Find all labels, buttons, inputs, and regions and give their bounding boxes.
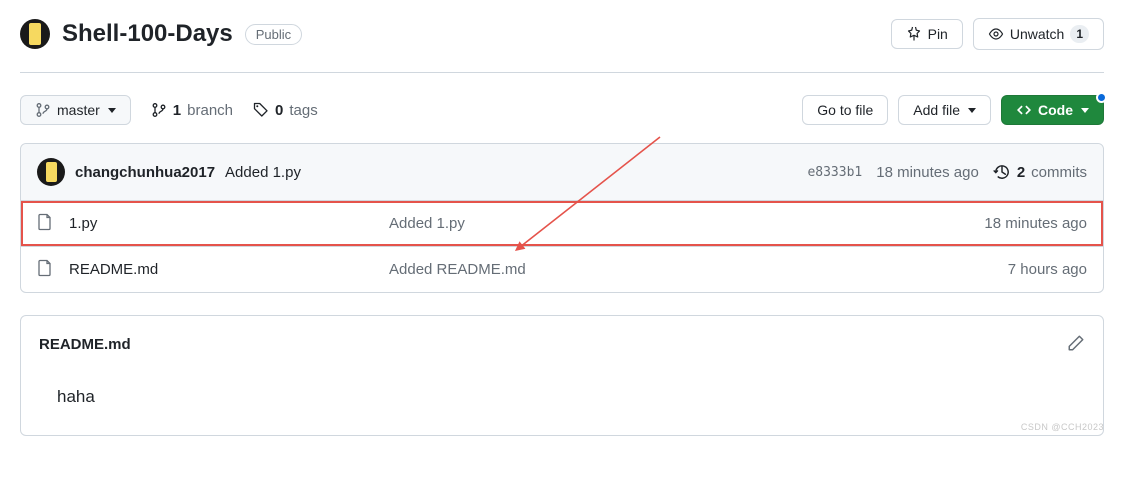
edit-readme-button[interactable] <box>1067 334 1085 355</box>
commit-time: 18 minutes ago <box>876 164 979 181</box>
action-bar: master 1 branch 0 tags Go to file Add fi… <box>20 73 1104 139</box>
tag-icon <box>253 102 269 118</box>
file-time: 18 minutes ago <box>984 215 1087 232</box>
code-button[interactable]: Code <box>1001 95 1104 125</box>
caret-down-icon <box>1081 108 1089 113</box>
eye-icon <box>988 26 1004 42</box>
commit-author[interactable]: changchunhua2017 <box>75 164 215 181</box>
notification-dot <box>1096 92 1107 103</box>
watermark: CSDN @CCH2023 <box>1021 422 1104 432</box>
pin-button[interactable]: Pin <box>891 19 963 49</box>
unwatch-label: Unwatch <box>1010 26 1064 42</box>
pin-label: Pin <box>928 26 948 42</box>
code-icon <box>1016 102 1032 118</box>
commits-link[interactable]: 2 commits <box>993 163 1087 181</box>
watch-count: 1 <box>1070 25 1089 43</box>
file-time: 7 hours ago <box>1008 261 1087 278</box>
branch-count: 1 <box>173 102 181 119</box>
repo-header: Shell-100-Days Public Pin Unwatch 1 <box>20 0 1104 73</box>
repo-name[interactable]: Shell-100-Days <box>62 20 233 48</box>
go-to-file-label: Go to file <box>817 102 873 118</box>
pin-icon <box>906 26 922 42</box>
file-icon <box>37 259 55 280</box>
code-label: Code <box>1038 102 1073 118</box>
tag-label: tags <box>289 102 317 119</box>
visibility-badge: Public <box>245 24 302 45</box>
latest-commit-row: changchunhua2017 Added 1.py e8333b1 18 m… <box>21 144 1103 201</box>
pencil-icon <box>1067 334 1085 352</box>
readme-box: README.md haha <box>20 315 1104 436</box>
owner-avatar[interactable] <box>20 19 50 49</box>
file-commit-message[interactable]: Added 1.py <box>389 215 984 232</box>
readme-title[interactable]: README.md <box>39 336 131 353</box>
file-row[interactable]: 1.py Added 1.py 18 minutes ago <box>21 201 1103 246</box>
file-row[interactable]: README.md Added README.md 7 hours ago <box>21 246 1103 292</box>
add-file-label: Add file <box>913 102 960 118</box>
file-name[interactable]: README.md <box>69 261 389 278</box>
file-listing: changchunhua2017 Added 1.py e8333b1 18 m… <box>20 143 1104 293</box>
branches-link[interactable]: 1 branch <box>151 102 233 119</box>
tags-link[interactable]: 0 tags <box>253 102 318 119</box>
branch-name: master <box>57 102 100 118</box>
go-to-file-button[interactable]: Go to file <box>802 95 888 125</box>
commits-count: 2 <box>1017 164 1025 181</box>
file-name[interactable]: 1.py <box>69 215 389 232</box>
author-avatar[interactable] <box>37 158 65 186</box>
branch-label: branch <box>187 102 233 119</box>
caret-down-icon <box>968 108 976 113</box>
readme-content: haha <box>39 355 1085 417</box>
branch-icon <box>151 102 167 118</box>
branch-selector[interactable]: master <box>20 95 131 125</box>
file-commit-message[interactable]: Added README.md <box>389 261 1008 278</box>
history-icon <box>993 163 1011 181</box>
add-file-button[interactable]: Add file <box>898 95 991 125</box>
file-icon <box>37 213 55 234</box>
commit-message[interactable]: Added 1.py <box>225 164 301 181</box>
unwatch-button[interactable]: Unwatch 1 <box>973 18 1104 50</box>
commit-sha[interactable]: e8333b1 <box>807 165 862 180</box>
branch-icon <box>35 102 51 118</box>
commits-label: commits <box>1031 164 1087 181</box>
tag-count: 0 <box>275 102 283 119</box>
caret-down-icon <box>108 108 116 113</box>
